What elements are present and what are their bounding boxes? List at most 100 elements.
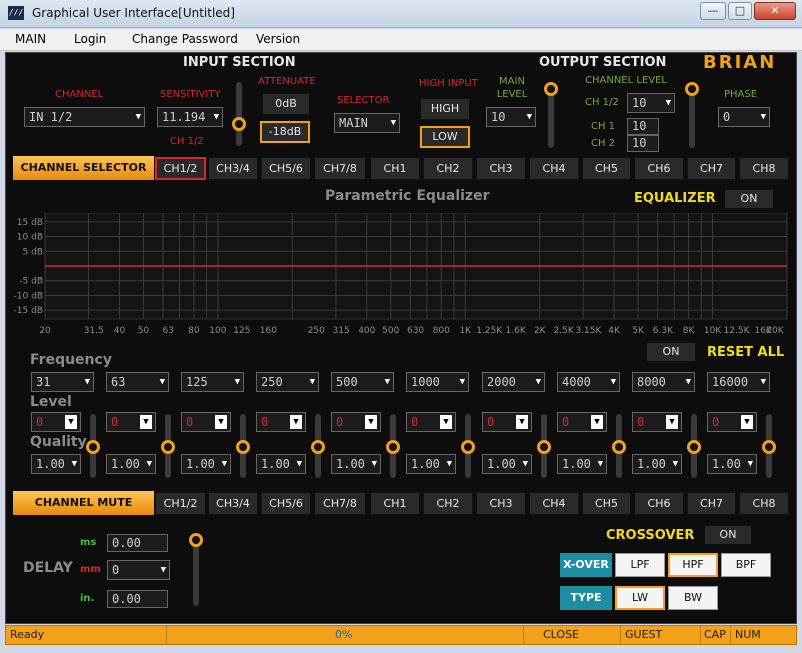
channel-mute-button[interactable]: CH8 (739, 492, 789, 515)
channel-combo[interactable]: IN 1/2 ▼ (24, 107, 145, 127)
lpf-button[interactable]: LPF (615, 553, 665, 577)
level-combo[interactable]: 0 ▼ (31, 412, 81, 432)
channel-selector-tab[interactable]: CH3/4 (208, 157, 258, 180)
quality-combo[interactable]: 1.00 ▼ (707, 454, 757, 474)
equalizer-on-button[interactable]: ON (724, 189, 774, 209)
eq-graph[interactable]: 15 dB 10 dB 5 dB -5 dB -10 dB -15 dB 20 31.5 40 5… (13, 213, 789, 339)
delay-slider-track[interactable] (193, 540, 199, 606)
channel-mute-button[interactable]: CH4 (529, 492, 579, 515)
quality-combo[interactable]: 1.00 ▼ (406, 454, 456, 474)
attenuate-0db-button[interactable]: 0dB (262, 93, 310, 115)
channel-selector-tab[interactable]: CH7 (687, 157, 736, 180)
delay-slider-knob[interactable] (189, 533, 203, 547)
crossover-on-button[interactable]: ON (704, 525, 752, 545)
close-button[interactable]: ✕ (754, 2, 796, 20)
level-combo[interactable]: 0 ▼ (632, 412, 682, 432)
channel-mute-button[interactable]: CH6 (634, 492, 684, 515)
frequency-combo[interactable]: 125 ▼ (181, 372, 244, 392)
attenuate-18db-button[interactable]: -18dB (260, 121, 310, 143)
high-button[interactable]: HIGH (420, 98, 470, 120)
low-button[interactable]: LOW (420, 126, 470, 148)
level-combo[interactable]: 0 ▼ (181, 412, 231, 432)
ch1-level-field[interactable]: 10 (627, 118, 659, 135)
channel-level-slider-knob[interactable] (685, 82, 699, 96)
channel-selector-tab[interactable]: CH5/6 (261, 157, 311, 180)
menu-main[interactable]: MAIN (15, 32, 46, 46)
menu-change-password[interactable]: Change Password (132, 32, 238, 46)
reset-on-button[interactable]: ON (646, 342, 696, 362)
level-combo[interactable]: 0 ▼ (707, 412, 757, 432)
band-slider-knob[interactable] (86, 440, 100, 454)
delay-in-field[interactable]: 0.00 (107, 590, 168, 608)
maximize-button[interactable]: □ (728, 2, 752, 20)
quality-combo[interactable]: 1.00 ▼ (256, 454, 306, 474)
band-slider-knob[interactable] (537, 440, 551, 454)
frequency-combo[interactable]: 1000 ▼ (406, 372, 469, 392)
ch12-level-combo[interactable]: 10 ▼ (627, 93, 675, 113)
channel-selector-tab[interactable]: CH6 (634, 157, 684, 180)
lw-button[interactable]: LW (615, 586, 665, 610)
quality-combo[interactable]: 1.00 ▼ (31, 454, 81, 474)
frequency-combo[interactable]: 16000 ▼ (707, 372, 770, 392)
quality-combo[interactable]: 1.00 ▼ (482, 454, 532, 474)
sensitivity-combo[interactable]: 11.194 ▼ (157, 107, 223, 127)
channel-mute-button[interactable]: CH2 (423, 492, 473, 515)
band-slider-knob[interactable] (461, 440, 475, 454)
channel-selector-tab[interactable]: CH8 (739, 157, 789, 180)
band-slider-knob[interactable] (762, 440, 776, 454)
level-combo[interactable]: 0 ▼ (331, 412, 381, 432)
bw-button[interactable]: BW (668, 586, 718, 610)
channel-selector-tab[interactable]: CH5 (582, 157, 631, 180)
channel-mute-button[interactable]: CH5/6 (261, 492, 311, 515)
frequency-combo[interactable]: 500 ▼ (331, 372, 394, 392)
channel-selector-tab[interactable]: CH7/8 (314, 157, 366, 180)
quality-combo[interactable]: 1.00 ▼ (632, 454, 682, 474)
main-level-slider-knob[interactable] (544, 82, 558, 96)
level-combo[interactable]: 0 ▼ (256, 412, 306, 432)
channel-mute-button[interactable]: CH3 (476, 492, 526, 515)
quality-combo[interactable]: 1.00 ▼ (331, 454, 381, 474)
channel-mute-button[interactable]: CH1/2 (155, 492, 206, 515)
channel-mute-button[interactable]: CH7 (687, 492, 736, 515)
channel-selector-tab[interactable]: CH2 (423, 157, 473, 180)
menu-version[interactable]: Version (256, 32, 300, 46)
band-slider-knob[interactable] (311, 440, 325, 454)
channel-mute-button[interactable]: CH5 (582, 492, 631, 515)
channel-mute-button[interactable]: CH1 (370, 492, 420, 515)
channel-selector-tab[interactable]: CH1 (370, 157, 420, 180)
main-level-combo[interactable]: 10 ▼ (486, 107, 536, 127)
quality-combo[interactable]: 1.00 ▼ (106, 454, 156, 474)
phase-combo[interactable]: 0 ▼ (718, 107, 770, 127)
ch2-level-field[interactable]: 10 (627, 135, 659, 152)
delay-mm-combo[interactable]: 0 ▼ (107, 560, 170, 580)
level-combo[interactable]: 0 ▼ (557, 412, 607, 432)
bpf-button[interactable]: BPF (721, 553, 771, 577)
frequency-combo[interactable]: 4000 ▼ (557, 372, 620, 392)
minimize-button[interactable]: — (700, 2, 726, 20)
sensitivity-slider-track[interactable] (236, 82, 242, 146)
channel-selector-tab[interactable]: CH4 (529, 157, 579, 180)
quality-combo[interactable]: 1.00 ▼ (557, 454, 607, 474)
channel-selector-tab[interactable]: CH3 (476, 157, 526, 180)
delay-ms-field[interactable]: 0.00 (107, 534, 168, 552)
frequency-combo[interactable]: 31 ▼ (31, 372, 94, 392)
channel-mute-button[interactable]: CH3/4 (208, 492, 258, 515)
hpf-button[interactable]: HPF (668, 553, 718, 577)
band-slider-knob[interactable] (687, 440, 701, 454)
menu-login[interactable]: Login (74, 32, 106, 46)
frequency-combo[interactable]: 63 ▼ (106, 372, 169, 392)
frequency-combo[interactable]: 250 ▼ (256, 372, 319, 392)
frequency-combo[interactable]: 2000 ▼ (482, 372, 545, 392)
level-combo[interactable]: 0 ▼ (482, 412, 532, 432)
band-slider-knob[interactable] (236, 440, 250, 454)
channel-mute-button[interactable]: CH7/8 (314, 492, 366, 515)
level-combo[interactable]: 0 ▼ (106, 412, 156, 432)
sensitivity-slider-knob[interactable] (232, 117, 246, 131)
band-slider-knob[interactable] (386, 440, 400, 454)
channel-selector-tab[interactable]: CH1/2 (155, 157, 206, 180)
frequency-combo[interactable]: 8000 ▼ (632, 372, 695, 392)
status-close[interactable]: CLOSE (543, 628, 579, 641)
band-slider-knob[interactable] (612, 440, 626, 454)
level-combo[interactable]: 0 ▼ (406, 412, 456, 432)
band-slider-knob[interactable] (161, 440, 175, 454)
